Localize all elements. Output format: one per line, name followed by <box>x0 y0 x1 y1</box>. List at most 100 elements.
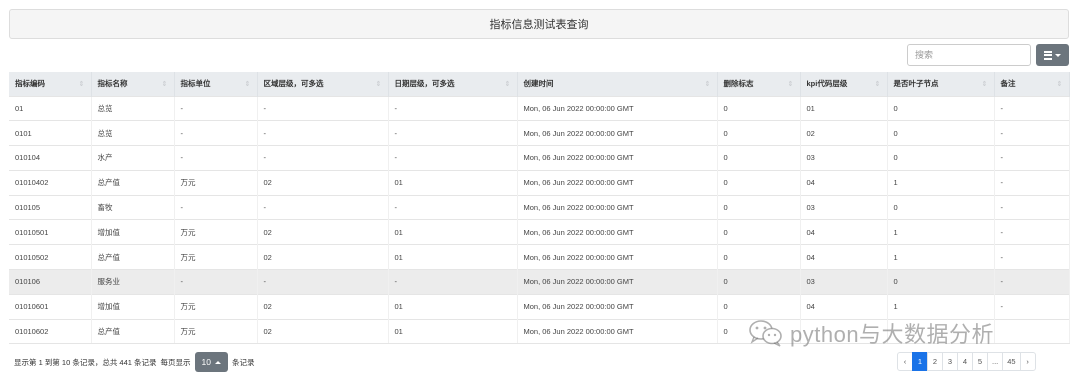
table-cell: - <box>174 269 258 295</box>
table-cell: 0 <box>887 120 995 146</box>
table-cell: Mon, 06 Jun 2022 00:00:00 GMT <box>517 145 718 171</box>
table-cell: 0 <box>717 169 801 196</box>
table-cell: 0 <box>717 318 801 345</box>
table-cell: 04 <box>800 169 888 196</box>
table-cell: 1 <box>887 293 995 320</box>
table-cell: 0 <box>717 145 801 171</box>
table-cell: 04 <box>800 293 888 320</box>
caret-down-icon <box>1055 53 1061 57</box>
table-cell: 0101 <box>9 120 92 146</box>
sort-icon: ⇕ <box>787 80 794 88</box>
table-row[interactable]: 010104 水产 - - - Mon, 06 Jun 2022 00:00:00 GMT… <box>9 145 1070 171</box>
table-cell: - <box>174 194 258 220</box>
table-row[interactable]: 01010402 总产值 万元 02 01 Mon, 06 Jun 2022 00:00:… <box>9 169 1070 196</box>
table-cell: 01 <box>388 219 518 245</box>
page-size-dropdown[interactable]: 10 <box>194 352 228 372</box>
table-cell: - <box>994 145 1070 171</box>
table-cell: - <box>174 120 258 146</box>
table-cell: 01 <box>388 169 518 196</box>
table-cell: 万元 <box>174 293 258 320</box>
table-cell: 01 <box>9 95 92 121</box>
table-cell: 02 <box>257 244 389 270</box>
table-row[interactable]: 01 总览 - - - Mon, 06 Jun 2022 00:00:00 GMT 0 01 0… <box>9 95 1070 121</box>
table-cell: 01010602 <box>9 318 92 345</box>
table-cell: 03 <box>800 194 888 220</box>
table-cell: 总产值 <box>91 244 175 270</box>
table-cell: 0 <box>717 95 801 121</box>
table-body: 01 总览 - - - Mon, 06 Jun 2022 00:00:00 GMT 0 01 0… <box>9 95 1070 345</box>
data-table: 指标编码 ⇕ 指标名称 ⇕ 指标单位 ⇕ 区域层级，可多选 ⇕ 日期层级，可多选 ⇕ 创建时间 ⇕ 删除… <box>9 72 1070 345</box>
pagination-page[interactable]: 4 <box>957 352 973 371</box>
table-cell: 02 <box>257 219 389 245</box>
table-cell: 0 <box>717 269 801 295</box>
pagination-page[interactable]: 3 <box>942 352 958 371</box>
table-cell: - <box>388 95 518 121</box>
column-header-label: 日期层级，可多选 <box>394 79 455 89</box>
table-cell: - <box>994 120 1070 146</box>
table-row[interactable]: 01010502 总产值 万元 02 01 Mon, 06 Jun 2022 00:00:… <box>9 244 1070 270</box>
table-row[interactable]: 01010501 增加值 万元 02 01 Mon, 06 Jun 2022 00:00:… <box>9 219 1070 245</box>
pagination-page[interactable]: 2 <box>927 352 943 371</box>
table-row[interactable]: 01010601 增加值 万元 02 01 Mon, 06 Jun 2022 00:00:… <box>9 293 1070 320</box>
table-cell: Mon, 06 Jun 2022 00:00:00 GMT <box>517 293 718 320</box>
table-cell: 01 <box>388 293 518 320</box>
table-row[interactable]: 01010602 总产值 万元 02 01 Mon, 06 Jun 2022 00:00:… <box>9 318 1070 345</box>
view-toggle-button[interactable] <box>1036 44 1069 66</box>
table-cell: - <box>994 169 1070 196</box>
table-cell: Mon, 06 Jun 2022 00:00:00 GMT <box>517 318 718 345</box>
table-cell: 万元 <box>174 169 258 196</box>
table-cell: 01 <box>800 95 888 121</box>
pagination-prev-button[interactable]: ‹ <box>897 352 913 371</box>
table-cell: 0 <box>717 293 801 320</box>
table-cell: Mon, 06 Jun 2022 00:00:00 GMT <box>517 169 718 196</box>
column-header[interactable]: 指标单位 ⇕ <box>174 72 258 96</box>
column-header[interactable]: 指标名称 ⇕ <box>91 72 175 96</box>
column-header[interactable]: 创建时间 ⇕ <box>517 72 718 96</box>
search-input[interactable] <box>907 44 1031 66</box>
records-label: 条记录 <box>232 357 255 367</box>
table-cell: 01010402 <box>9 169 92 196</box>
column-header-label: 指标编码 <box>15 79 45 89</box>
pagination-page[interactable]: 45 <box>1002 352 1021 371</box>
table-cell: - <box>388 194 518 220</box>
column-header-label: 创建时间 <box>523 79 554 89</box>
list-icon <box>1044 50 1052 60</box>
table-row[interactable]: 010105 畜牧 - - - Mon, 06 Jun 2022 00:00:00 GMT… <box>9 194 1070 220</box>
sort-icon: ⇕ <box>244 80 251 88</box>
table-cell: 总产值 <box>91 318 175 345</box>
table-header-row: 指标编码 ⇕ 指标名称 ⇕ 指标单位 ⇕ 区域层级，可多选 ⇕ 日期层级，可多选 ⇕ 创建时间 ⇕ 删除… <box>9 72 1070 96</box>
column-header[interactable]: 是否叶子节点 ⇕ <box>887 72 995 96</box>
sort-icon: ⇕ <box>78 80 85 88</box>
table-row[interactable]: 0101 总览 - - - Mon, 06 Jun 2022 00:00:00 GMT 0 0… <box>9 120 1070 146</box>
table-cell: 0 <box>717 194 801 220</box>
table-cell: 02 <box>257 169 389 196</box>
table-cell: 0 <box>717 219 801 245</box>
table-cell: 0 <box>887 269 995 295</box>
column-header[interactable]: kpi代码层级 ⇕ <box>800 72 888 96</box>
pagination-next-button[interactable]: › <box>1019 352 1036 371</box>
sort-icon: ⇕ <box>704 80 711 88</box>
table-cell: Mon, 06 Jun 2022 00:00:00 GMT <box>517 244 718 270</box>
table-cell: - <box>257 194 389 220</box>
column-header[interactable]: 指标编码 ⇕ <box>9 72 92 96</box>
column-header[interactable]: 删除标志 ⇕ <box>717 72 801 96</box>
sort-icon: ⇕ <box>981 80 988 88</box>
column-header[interactable]: 区域层级，可多选 ⇕ <box>257 72 389 96</box>
table-cell: - <box>257 95 389 121</box>
pagination-page[interactable]: 5 <box>972 352 988 371</box>
column-header-label: 指标单位 <box>180 79 211 89</box>
table-cell: 0 <box>887 145 995 171</box>
table-cell <box>887 318 995 345</box>
column-header-label: 区域层级，可多选 <box>263 79 324 89</box>
table-cell: 02 <box>800 120 888 146</box>
table-cell: - <box>257 120 389 146</box>
column-header[interactable]: 日期层级，可多选 ⇕ <box>388 72 518 96</box>
table-cell: - <box>994 95 1070 121</box>
caret-up-icon <box>215 360 221 364</box>
records-summary: 显示第 1 到第 10 条记录，总共 441 条记录 <box>14 357 157 367</box>
pagination-page[interactable]: 1 <box>912 352 928 371</box>
column-header[interactable]: 备注 ⇕ <box>994 72 1070 96</box>
table-cell: 增加值 <box>91 219 175 245</box>
table-row[interactable]: 010106 服务业 - - - Mon, 06 Jun 2022 00:00:00 GM… <box>9 269 1070 295</box>
table-cell <box>800 318 888 345</box>
